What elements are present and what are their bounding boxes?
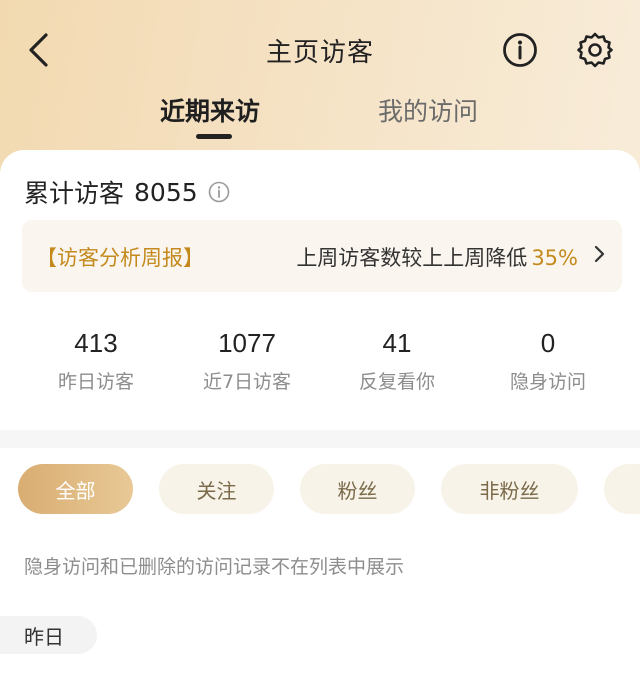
page-title: 主页访客 [265,38,374,68]
stat-label: 隐身访问 [509,371,586,393]
tab-bar: 近期来访 我的访问 [0,92,640,142]
stat-hidden-visits[interactable]: 0 隐身访问 [473,328,623,394]
weekly-report-tag: 【访客分析周报】 [36,246,204,270]
info-button[interactable] [500,30,540,70]
weekly-report-percent: 35% [531,246,578,270]
active-tab-indicator [196,134,232,139]
stat-label: 反复看你 [358,371,435,393]
stat-yesterday[interactable]: 413 昨日访客 [21,328,171,394]
stat-label: 近7日访客 [202,371,292,393]
privacy-note: 隐身访问和已删除的访问记录不在列表中展示 [24,556,405,578]
stat-value: 413 [74,328,118,358]
stat-value: 1077 [218,328,276,358]
total-visitors: 累计访客 8055 [24,174,230,210]
tab-my-visits[interactable]: 我的访问 [378,92,478,128]
stat-label: 昨日访客 [57,371,134,393]
weekly-report-text: 上周访客数较上上周降低 [296,246,528,270]
visitor-page: 主页访客 近期来访 我的访问 累计访客 8055 【访客分析周报】 上周访客数较… [0,0,640,680]
stat-value: 0 [540,328,556,358]
filter-following[interactable]: 关注 [159,464,274,514]
filter-more[interactable] [604,464,640,514]
settings-button[interactable] [575,30,615,70]
info-icon [503,33,537,67]
filter-all[interactable]: 全部 [18,464,133,514]
tab-recent-visits[interactable]: 近期来访 [160,92,260,128]
content-card: 累计访客 8055 【访客分析周报】 上周访客数较上上周降低 35% 413 昨… [0,150,640,680]
stat-last-7-days[interactable]: 1077 近7日访客 [172,328,322,394]
filter-fans[interactable]: 粉丝 [300,464,415,514]
filter-non-fans[interactable]: 非粉丝 [441,464,578,514]
stat-repeat-visitors[interactable]: 41 反复看你 [322,328,472,394]
total-info-button[interactable] [208,181,230,203]
gear-icon [577,32,613,68]
info-icon [208,181,229,203]
stats-row: 413 昨日访客 1077 近7日访客 41 反复看你 0 隐身访问 [0,328,640,398]
weekly-report-banner[interactable]: 【访客分析周报】 上周访客数较上上周降低 35% [22,220,622,292]
section-divider [0,430,640,448]
date-section-label: 昨日 [0,616,97,654]
filter-chips: 全部 关注 粉丝 非粉丝 [0,464,640,516]
weekly-report-desc: 上周访客数较上上周降低 35% [296,242,578,272]
chevron-right-icon [594,244,606,268]
total-visitors-label: 累计访客 [24,179,125,208]
total-visitors-value: 8055 [134,177,198,207]
stat-value: 41 [382,328,412,358]
